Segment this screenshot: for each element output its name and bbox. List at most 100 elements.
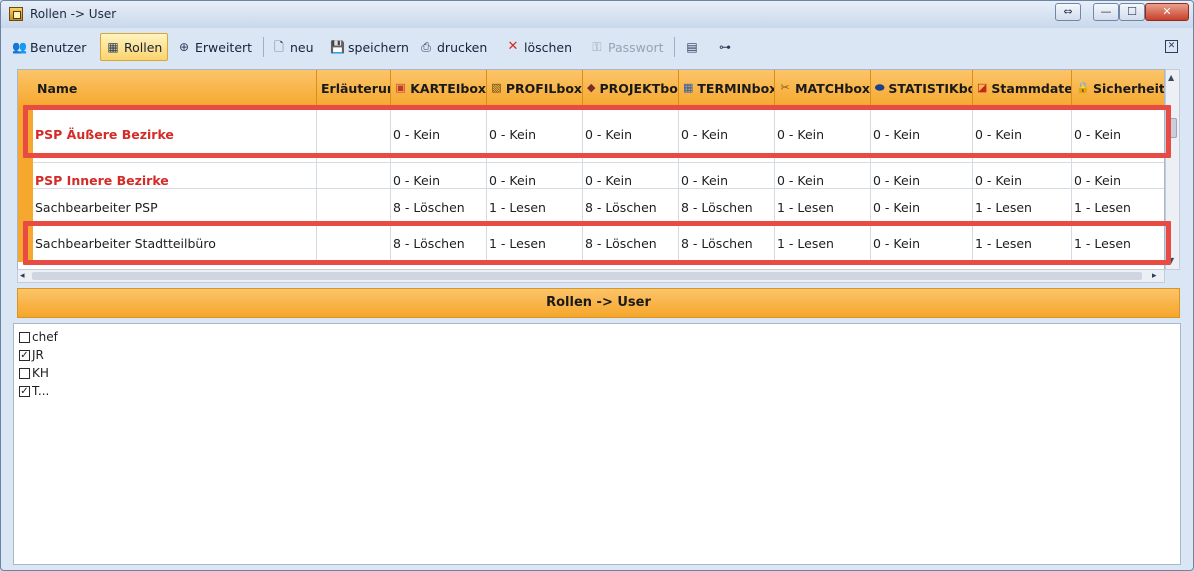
permission-cell[interactable]: 0 - Kein (487, 106, 583, 162)
role-name-cell[interactable]: PSP Äußere Bezirke (33, 106, 317, 162)
permission-cell[interactable]: 0 - Kein (973, 106, 1072, 162)
permission-cell[interactable]: 0 - Kein (391, 106, 487, 162)
role-name-cell[interactable]: PSP Innere Bezirke (33, 163, 317, 188)
permission-cell[interactable]: 0 - Kein (583, 163, 679, 188)
permission-cell[interactable]: 0 - Kein (679, 163, 775, 188)
table-row[interactable]: PSP Äußere Bezirke 0 - Kein 0 - Kein 0 - Ke… (33, 106, 1164, 163)
permission-cell[interactable]: 1 - Lesen (487, 226, 583, 261)
drucken-button[interactable]: ⎙ drucken (414, 33, 492, 61)
permission-cell[interactable]: 0 - Kein (583, 106, 679, 162)
user-checkbox[interactable]: ✓ (19, 385, 30, 397)
save-icon: 💾 (330, 40, 345, 54)
title-bar[interactable]: Rollen -> User ⇔ — ☐ ✕ (1, 1, 1193, 28)
col-name[interactable]: Name (33, 70, 317, 106)
user-checkbox[interactable] (19, 367, 30, 379)
permission-cell[interactable]: 0 - Kein (775, 106, 871, 162)
erweitert-button[interactable]: ⊕ Erweitert (172, 33, 257, 61)
permission-cell[interactable]: 0 - Kein (487, 163, 583, 188)
scroll-thumb[interactable] (1168, 118, 1177, 138)
permission-cell[interactable]: 1 - Lesen (973, 226, 1072, 261)
permission-cell[interactable]: 0 - Kein (1072, 163, 1164, 188)
col-statistikbox[interactable]: ⬬STATISTIKbox (871, 70, 973, 106)
role-name-cell[interactable]: Sachbearbeiter PSP (33, 189, 317, 225)
permission-cell[interactable]: 0 - Kein (871, 226, 973, 261)
scroll-down-icon[interactable]: ▼ (1168, 256, 1174, 265)
table-row[interactable]: PSP Innere Bezirke 0 - Kein 0 - Kein 0 - Ke… (33, 163, 1164, 189)
permission-cell[interactable] (317, 106, 391, 162)
tree-view-button[interactable]: ⊶ (713, 33, 737, 61)
grid-view-button[interactable]: ▤ (680, 33, 704, 61)
user-checkbox[interactable]: ✓ (19, 349, 30, 361)
passwort-button[interactable]: ⚿ Passwort (585, 33, 669, 61)
col-karteibox[interactable]: ▣ KARTEIbox (391, 70, 487, 106)
role-name-cell[interactable]: Sachbearbeiter Stadtteilbüro (33, 226, 317, 261)
permission-cell[interactable]: 1 - Lesen (775, 189, 871, 225)
user-name-label: chef (32, 330, 58, 344)
loeschen-button[interactable]: ✕ löschen (501, 33, 577, 61)
statistik-icon: ⬬ (875, 81, 885, 94)
grid-vertical-scrollbar[interactable]: ▲ ▼ (1165, 69, 1180, 270)
minimize-button[interactable]: — (1093, 3, 1119, 21)
user-checkbox[interactable] (19, 331, 30, 343)
section-header: Rollen -> User (17, 288, 1180, 318)
new-document-icon: 🗋 (274, 40, 284, 54)
permission-cell[interactable] (317, 163, 391, 188)
col-matchbox[interactable]: ✂ MATCHbox (775, 70, 871, 106)
col-projektbox[interactable]: ◆ PROJEKTbox (583, 70, 679, 106)
permission-cell[interactable]: 8 - Löschen (583, 226, 679, 261)
close-pane-icon[interactable]: ✕ (1165, 40, 1178, 53)
permission-cell[interactable]: 0 - Kein (775, 163, 871, 188)
grid-horizontal-scrollbar[interactable]: ◂ ▸ (17, 269, 1165, 283)
permission-cell[interactable]: 0 - Kein (973, 163, 1072, 188)
scroll-left-icon[interactable]: ◂ (20, 270, 25, 282)
table-row[interactable]: Sachbearbeiter PSP 8 - Löschen 1 - Lesen 8 … (33, 189, 1164, 226)
scroll-right-icon[interactable]: ▸ (1152, 270, 1157, 282)
permission-cell[interactable]: 1 - Lesen (1072, 226, 1164, 261)
permission-cell[interactable]: 8 - Löschen (679, 226, 775, 261)
col-terminbox[interactable]: ▦ TERMINbox (679, 70, 775, 106)
erweitert-label: Erweitert (195, 39, 253, 55)
speichern-button[interactable]: 💾 speichern (325, 33, 414, 61)
permission-cell[interactable]: 0 - Kein (871, 163, 973, 188)
stammdaten-icon: ◪ (977, 81, 988, 94)
user-list-item[interactable]: ✓ JR (19, 348, 44, 362)
permission-cell[interactable]: 0 - Kein (1072, 106, 1164, 162)
permission-cell[interactable]: 0 - Kein (679, 106, 775, 162)
permission-cell[interactable]: 1 - Lesen (775, 226, 871, 261)
maximize-button[interactable]: ☐ (1119, 3, 1145, 21)
user-list-item[interactable]: chef (19, 330, 58, 344)
delete-icon: ✕ (507, 39, 519, 54)
col-erlaeuterung[interactable]: Erläuterung (317, 70, 391, 106)
user-name-label: JR (32, 348, 44, 362)
drucken-label: drucken (437, 39, 488, 55)
user-list-item[interactable]: KH (19, 366, 49, 380)
permission-cell[interactable]: 0 - Kein (391, 163, 487, 188)
permission-cell[interactable]: 0 - Kein (871, 189, 973, 225)
permission-cell[interactable]: 1 - Lesen (973, 189, 1072, 225)
close-window-button[interactable]: ✕ (1145, 3, 1189, 21)
benutzer-button[interactable]: 👥 Benutzer (7, 33, 91, 61)
user-list-item[interactable]: ✓ T... (19, 384, 49, 398)
scroll-thumb[interactable] (32, 272, 1142, 280)
permission-cell[interactable]: 8 - Löschen (391, 226, 487, 261)
permission-cell[interactable]: 1 - Lesen (487, 189, 583, 225)
scroll-up-icon[interactable]: ▲ (1168, 73, 1174, 82)
col-projektbox-label: PROJEKTbox (599, 81, 679, 96)
users-icon: 👥 (12, 40, 27, 54)
col-stammdaten[interactable]: ◪Stammdaten (973, 70, 1072, 106)
rollen-button[interactable]: ▦ Rollen (100, 33, 169, 61)
neu-button[interactable]: 🗋 neu (267, 33, 319, 61)
permission-cell[interactable]: 8 - Löschen (583, 189, 679, 225)
permission-cell[interactable]: 8 - Löschen (391, 189, 487, 225)
table-row[interactable]: Sachbearbeiter Stadtteilbüro 8 - Löschen 1… (33, 226, 1164, 262)
restore-icon[interactable]: ⇔ (1055, 3, 1081, 21)
permission-cell[interactable]: 0 - Kein (871, 106, 973, 162)
col-sicherheit[interactable]: 🔒 Sicherheit (1072, 70, 1164, 106)
rollen-label: Rollen (124, 39, 163, 55)
col-profilbox[interactable]: ▧ PROFILbox (487, 70, 583, 106)
permission-cell[interactable] (317, 189, 391, 225)
permission-cell[interactable]: 1 - Lesen (1072, 189, 1164, 225)
permission-cell[interactable]: 8 - Löschen (679, 189, 775, 225)
roles-grid: Name Erläuterung ▣ KARTEIbox ▧PROFILbox ◆… (17, 69, 1165, 270)
permission-cell[interactable] (317, 226, 391, 261)
